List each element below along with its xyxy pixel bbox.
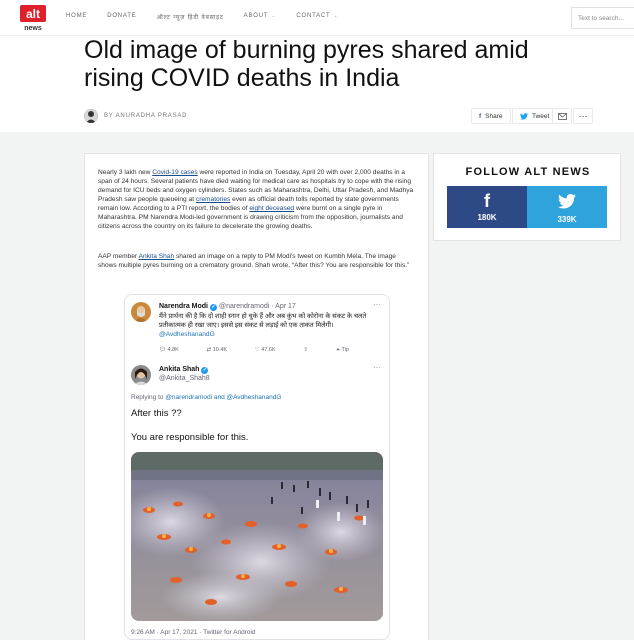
tip-label: Tip [341,347,349,353]
share-tweet-button[interactable]: ⇪ [303,347,308,354]
heart-icon: ♡ [254,347,260,353]
alt-news-logo[interactable]: alt news [19,4,47,32]
tweet-timestamp[interactable]: 9:26 AM · Apr 17, 2021 · Twitter for And… [131,629,256,636]
svg-text:alt: alt [26,7,40,21]
email-share-button[interactable] [552,108,572,124]
facebook-follow-button[interactable]: f 180K [447,186,527,228]
author-name[interactable]: BY ANURADHA PRASAD [104,113,187,119]
replying-to-users[interactable]: @narendramodi and @AvdheshanandG [165,394,281,401]
modi-name: Narendra Modi ✓ @narendramodi · Apr 17 [159,303,296,311]
tweet-actions: 💬︎ 4.8K ⇄ 10.4K ♡ 47.6K ⇪ ⏶ Tip [159,347,349,354]
tip-icon: ⏶ [335,347,341,353]
link-crematories[interactable]: crematories [196,196,230,203]
like-count: 47.6K [261,347,276,353]
twitter-follow-button[interactable]: 339K [527,186,607,228]
byline: BY ANURADHA PRASAD [84,108,187,124]
facebook-share-button[interactable]: f Share [471,108,511,124]
reply-count: 4.8K [167,347,179,353]
chevron-down-icon: ⌄ [271,13,277,19]
tweet-label: Tweet [532,112,550,120]
like-button[interactable]: ♡ 47.6K [255,347,276,354]
more-share-button[interactable]: ··· [573,108,593,124]
twitter-follower-count: 339K [557,215,577,224]
nav-hindi-website[interactable]: ऑल्ट न्यूज़ हिंदी वेबसाइट [157,13,224,21]
article-paragraph-1: Nearly 3 lakh new Covid-19 cases were re… [98,168,416,231]
chevron-down-icon: ⌄ [333,13,339,19]
ankita-avatar[interactable] [131,365,151,385]
modi-avatar[interactable] [131,302,151,322]
search-input[interactable]: Text to search... [571,7,634,29]
link-ankita-shah[interactable]: Ankita Shah [139,253,175,260]
svg-text:news: news [24,25,42,32]
email-icon [557,112,567,120]
facebook-icon: f [479,112,482,120]
nav-contact[interactable]: CONTACT ⌄ [296,13,338,21]
page-title: Old image of burning pyres shared amid r… [84,36,529,92]
more-options-icon[interactable]: ··· [373,300,381,309]
share-label: Share [485,112,503,120]
verified-icon: ✓ [210,304,218,311]
link-covid-cases[interactable]: Covid-19 cases [152,169,197,176]
tweet-author-name[interactable]: Narendra Modi [159,303,208,310]
text-run: Nearly 3 lakh new [98,169,153,176]
replying-to-label: Replying to [131,394,166,401]
nav-about-label: ABOUT [243,13,269,19]
ankita-name: Ankita Shah ✓ [159,366,210,374]
nav-donate[interactable]: DONATE [107,13,136,21]
tweet-text-line-1: After this ?? [131,408,182,419]
follow-title: FOLLOW ALT NEWS [465,166,591,178]
pyres-photo[interactable] [131,452,383,621]
main-nav: HOME DONATE ऑल्ट न्यूज़ हिंदी वेबसाइट AB… [66,13,359,21]
nav-about[interactable]: ABOUT ⌄ [244,13,277,21]
nav-contact-label: CONTACT [296,13,331,19]
tweet-handle[interactable]: @narendramodi · Apr 17 [219,303,296,310]
modi-tweet-text: मैंने प्रार्थना की है कि दो शाही स्नान ह… [159,312,384,339]
twitter-share-button[interactable]: Tweet [512,108,558,124]
twitter-icon [520,112,528,120]
verified-icon: ✓ [201,367,209,374]
author-avatar[interactable] [84,109,98,123]
retweet-icon: ⇄ [206,347,212,353]
tweet-text-line-2: You are responsible for this. [131,432,249,443]
tip-button[interactable]: ⏶ Tip [336,347,349,354]
embedded-tweet[interactable]: Narendra Modi ✓ @narendramodi · Apr 17 ···… [124,294,390,640]
facebook-icon: f [484,191,490,211]
reply-icon: 💬︎ [159,347,166,353]
more-options-icon[interactable]: ··· [373,363,381,372]
text-run: AAP member [98,253,139,260]
facebook-follower-count: 180K [477,213,497,222]
link-eight-deceased[interactable]: eight deceased [249,205,294,212]
mention-link[interactable]: @AvdheshanandG [159,331,215,338]
nav-home[interactable]: HOME [66,13,87,21]
tweet-handle[interactable]: @Ankita_Shah8 [159,375,210,382]
replying-to-line: Replying to @narendramodi and @Avdheshan… [131,394,281,401]
tweet-author-name[interactable]: Ankita Shah [159,366,199,373]
top-navigation-bar: alt news HOME DONATE ऑल्ट न्यूज़ हिंदी व… [0,0,634,36]
tweet-text: मैंने प्रार्थना की है कि दो शाही स्नान ह… [159,313,367,329]
reply-button[interactable]: 💬︎ 4.8K [159,347,179,354]
retweet-count: 10.4K [212,347,228,353]
follow-widget: FOLLOW ALT NEWS f 180K 339K [433,153,621,241]
more-dots-icon: ··· [578,111,588,121]
share-up-icon: ⇪ [303,347,308,353]
twitter-icon [527,189,607,215]
retweet-button[interactable]: ⇄ 10.4K [207,347,228,354]
article-paragraph-2: AAP member Ankita Shah shared an image o… [98,252,416,270]
